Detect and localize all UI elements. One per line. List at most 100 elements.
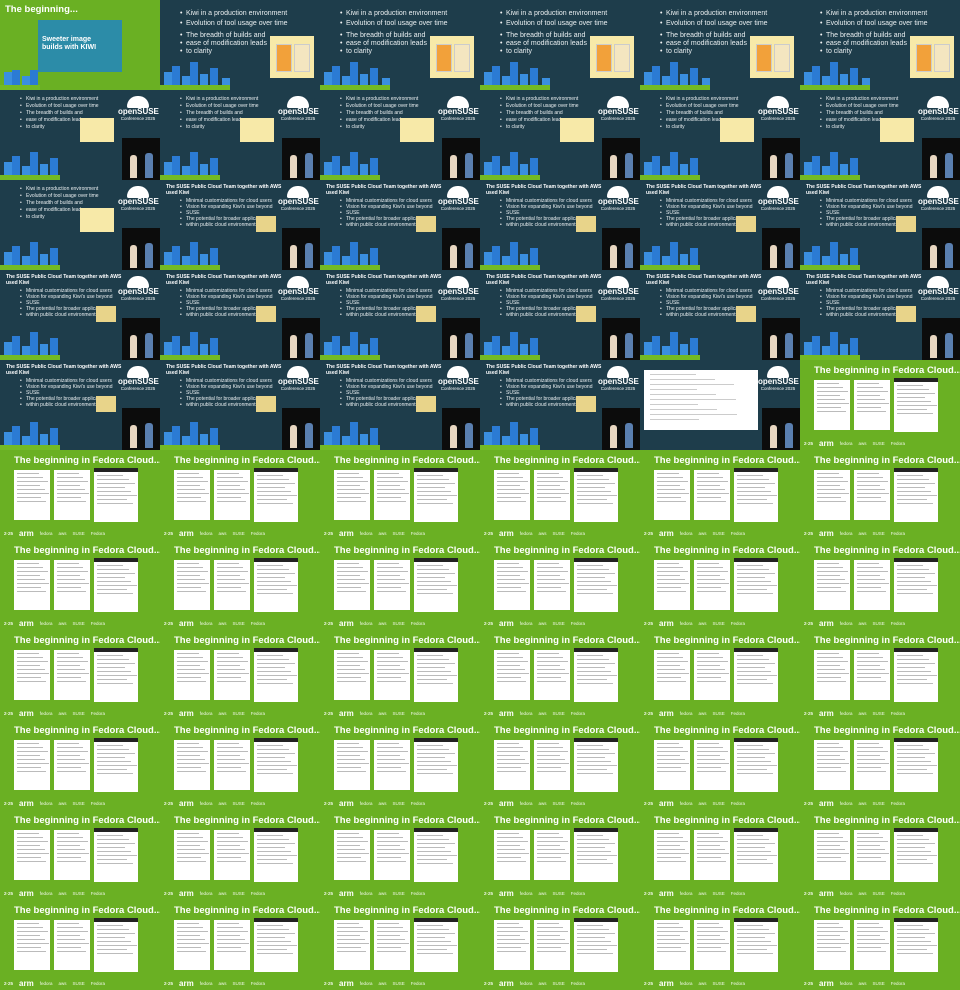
year-badge: 2·25	[324, 890, 334, 896]
slide-thumbnail[interactable]: The beginning in Fedora Cloud... 2·25 arm f…	[160, 810, 320, 900]
slide-thumbnail[interactable]: The SUSE Public Cloud Team together with…	[0, 270, 160, 360]
slide-thumbnail[interactable]: The beginning in Fedora Cloud... 2·25 arm f…	[0, 720, 160, 810]
slide-thumbnail[interactable]: The beginning in Fedora Cloud... 2·25 arm f…	[640, 810, 800, 900]
slide-thumbnail[interactable]: The beginning... Sweeter image builds with…	[0, 0, 160, 90]
slide-thumbnail[interactable]: The beginning in Fedora Cloud... 2·25 arm f…	[0, 540, 160, 630]
text-line	[817, 943, 850, 944]
slide-thumbnail[interactable]: The SUSE Public Cloud Team together with…	[320, 360, 480, 450]
slide-thumbnail[interactable]: The SUSE Public Cloud Team together with…	[160, 270, 320, 360]
opensuse-logo: openSUSE Conference 2025	[758, 96, 799, 122]
text-line	[897, 753, 935, 754]
slide-thumbnail[interactable]: The beginning in Fedora Cloud... 2·25 arm f…	[160, 630, 320, 720]
text-line	[57, 571, 88, 572]
slide-thumbnail[interactable]: The SUSE Public Cloud Team together with…	[0, 360, 160, 450]
slide-thumbnail[interactable]: The beginning in Fedora Cloud... 2·25 arm f…	[800, 810, 960, 900]
slide-thumbnail[interactable]: The SUSE Public Cloud Team together with…	[160, 360, 320, 450]
slide-thumbnail[interactable]: The SUSE Public Cloud Team together with…	[480, 270, 640, 360]
slide-thumbnail[interactable]: The beginning in Fedora Cloud... 2·25 arm f…	[320, 540, 480, 630]
sponsor-logo: aws	[858, 710, 867, 716]
slide-thumbnail[interactable]: The beginning in Fedora Cloud... 2·25 arm f…	[640, 450, 800, 540]
text-line	[177, 677, 202, 678]
speaker-camera-feed	[122, 318, 160, 360]
slide-thumbnail[interactable]: The beginning in Fedora Cloud... 2·25 arm f…	[800, 900, 960, 990]
document-thumbnail	[334, 560, 370, 610]
slide-thumbnail[interactable]: The beginning in Fedora Cloud... 2·25 arm f…	[0, 630, 160, 720]
slide-thumbnail[interactable]: The beginning in Fedora Cloud... 2·25 arm f…	[480, 810, 640, 900]
slide-thumbnail[interactable]: The SUSE Public Cloud Team together with…	[640, 180, 800, 270]
slide-thumbnail[interactable]: The beginning in Fedora Cloud... 2·25 arm f…	[320, 810, 480, 900]
slide-thumbnail[interactable]: The SUSE Public Cloud Team together with…	[640, 270, 800, 360]
slide-thumbnail[interactable]: The beginning in Fedora Cloud... 2·25 arm f…	[160, 540, 320, 630]
slide-thumbnail[interactable]: openSUSE Conference 2025	[640, 360, 800, 450]
slide-thumbnail[interactable]: Kiwi in a production environmentEvolutio…	[0, 180, 160, 270]
year-badge: 2·25	[484, 710, 494, 716]
text-line	[857, 931, 888, 932]
slide-thumbnail[interactable]: The SUSE Public Cloud Team together with…	[480, 180, 640, 270]
slide-thumbnail[interactable]: Kiwi in a production environmentEvolutio…	[0, 90, 160, 180]
text-line	[697, 923, 719, 924]
slide-thumbnail[interactable]: Kiwi in a production environmentEvolutio…	[640, 0, 800, 90]
slide-title: The beginning in Fedora Cloud...	[334, 815, 480, 826]
slide-thumbnail[interactable]: The beginning in Fedora Cloud... 2·25 arm f…	[480, 630, 640, 720]
slide-thumbnail[interactable]: The beginning in Fedora Cloud... 2·25 arm f…	[0, 450, 160, 540]
slide-thumbnail[interactable]: The beginning in Fedora Cloud... 2·25 arm f…	[320, 630, 480, 720]
slide-thumbnail[interactable]: The SUSE Public Cloud Team together with…	[320, 180, 480, 270]
slide-thumbnail[interactable]: The beginning in Fedora Cloud... 2·25 arm f…	[480, 450, 640, 540]
sponsor-logo: aws	[858, 530, 867, 536]
slide-thumbnail[interactable]: The beginning in Fedora Cloud... 2·25 arm f…	[0, 810, 160, 900]
slide-thumbnail[interactable]: The beginning in Fedora Cloud... 2·25 arm f…	[800, 720, 960, 810]
slide-thumbnail[interactable]: Kiwi in a production environmentEvolutio…	[480, 90, 640, 180]
slide-thumbnail[interactable]: The SUSE Public Cloud Team together with…	[800, 270, 960, 360]
text-line	[817, 931, 848, 932]
bullet-item: ease of modification leads	[500, 40, 587, 48]
slide-thumbnail[interactable]: The beginning in Fedora Cloud... 2·25 arm f…	[800, 540, 960, 630]
bullet-item: Kiwi in a production environment	[340, 96, 418, 102]
slide-thumbnail[interactable]: Kiwi in a production environmentEvolutio…	[160, 90, 320, 180]
opensuse-name: openSUSE	[758, 377, 799, 386]
bullet-item: within public cloud environments	[660, 312, 738, 318]
slide-thumbnail[interactable]: The beginning in Fedora Cloud... 2·25 arm f…	[0, 900, 160, 990]
speaker-camera-feed	[282, 228, 320, 270]
slide-thumbnail[interactable]: Kiwi in a production environmentEvolutio…	[800, 90, 960, 180]
text-line	[497, 653, 519, 654]
slide-thumbnail[interactable]: The beginning in Fedora Cloud... 2·25 arm f…	[320, 900, 480, 990]
text-line	[897, 491, 931, 492]
slide-thumbnail[interactable]: The beginning in Fedora Cloud... 2·25 arm f…	[480, 900, 640, 990]
slide-thumbnail[interactable]: Kiwi in a production environmentEvolutio…	[800, 0, 960, 90]
slide-thumbnail[interactable]: The SUSE Public Cloud Team together with…	[160, 180, 320, 270]
slide-thumbnail[interactable]: The beginning in Fedora Cloud... 2·25 arm f…	[320, 450, 480, 540]
slide-thumbnail[interactable]: The beginning in Fedora Cloud... 2·25 arm f…	[640, 540, 800, 630]
slide-thumbnail[interactable]: The beginning in Fedora Cloud... 2·25 arm f…	[800, 450, 960, 540]
slide-thumbnail[interactable]: Kiwi in a production environmentEvolutio…	[480, 0, 640, 90]
speaker-figure	[304, 422, 313, 448]
slide-thumbnail[interactable]: The beginning in Fedora Cloud... 2·25 arm f…	[160, 720, 320, 810]
slide-thumbnail[interactable]: Kiwi in a production environmentEvolutio…	[320, 90, 480, 180]
slide-thumbnail[interactable]: The beginning in Fedora Cloud... 2·25 arm f…	[640, 720, 800, 810]
slide-thumbnail[interactable]: Kiwi in a production environmentEvolutio…	[320, 0, 480, 90]
slide-thumbnail[interactable]: Kiwi in a production environmentEvolutio…	[160, 0, 320, 90]
conference-label: Conference 2025	[120, 116, 156, 121]
text-line	[57, 653, 79, 654]
text-line	[337, 567, 364, 568]
slide-thumbnail[interactable]: The SUSE Public Cloud Team together with…	[480, 360, 640, 450]
slide-thumbnail[interactable]: The beginning in Fedora Cloud... 2·25 arm f…	[800, 360, 960, 450]
slide-thumbnail[interactable]: The SUSE Public Cloud Team together with…	[800, 180, 960, 270]
text-line	[417, 765, 457, 766]
slide-thumbnail[interactable]: The beginning in Fedora Cloud... 2·25 arm f…	[480, 720, 640, 810]
slide-thumbnail[interactable]: The beginning in Fedora Cloud... 2·25 arm f…	[160, 450, 320, 540]
slide-thumbnail[interactable]: The beginning in Fedora Cloud... 2·25 arm f…	[640, 900, 800, 990]
slide-title: The beginning in Fedora Cloud...	[14, 455, 160, 466]
slide-thumbnail[interactable]: The beginning in Fedora Cloud... 2·25 arm f…	[320, 720, 480, 810]
slide-thumbnail[interactable]: The beginning in Fedora Cloud... 2·25 arm f…	[480, 540, 640, 630]
slide-title-line: used Kiwi	[6, 280, 30, 286]
slide-thumbnail[interactable]: The beginning in Fedora Cloud... 2·25 arm f…	[640, 630, 800, 720]
text-line	[337, 939, 365, 940]
slide-thumbnail[interactable]: The beginning in Fedora Cloud... 2·25 arm f…	[800, 630, 960, 720]
slide-thumbnail[interactable]: The beginning in Fedora Cloud... 2·25 arm f…	[160, 900, 320, 990]
text-line	[177, 861, 207, 862]
text-line	[97, 565, 124, 566]
slide-thumbnail[interactable]: The SUSE Public Cloud Team together with…	[320, 270, 480, 360]
text-line	[857, 575, 881, 576]
slide-thumbnail[interactable]: Kiwi in a production environmentEvolutio…	[640, 90, 800, 180]
document-thumbnail	[254, 468, 298, 522]
